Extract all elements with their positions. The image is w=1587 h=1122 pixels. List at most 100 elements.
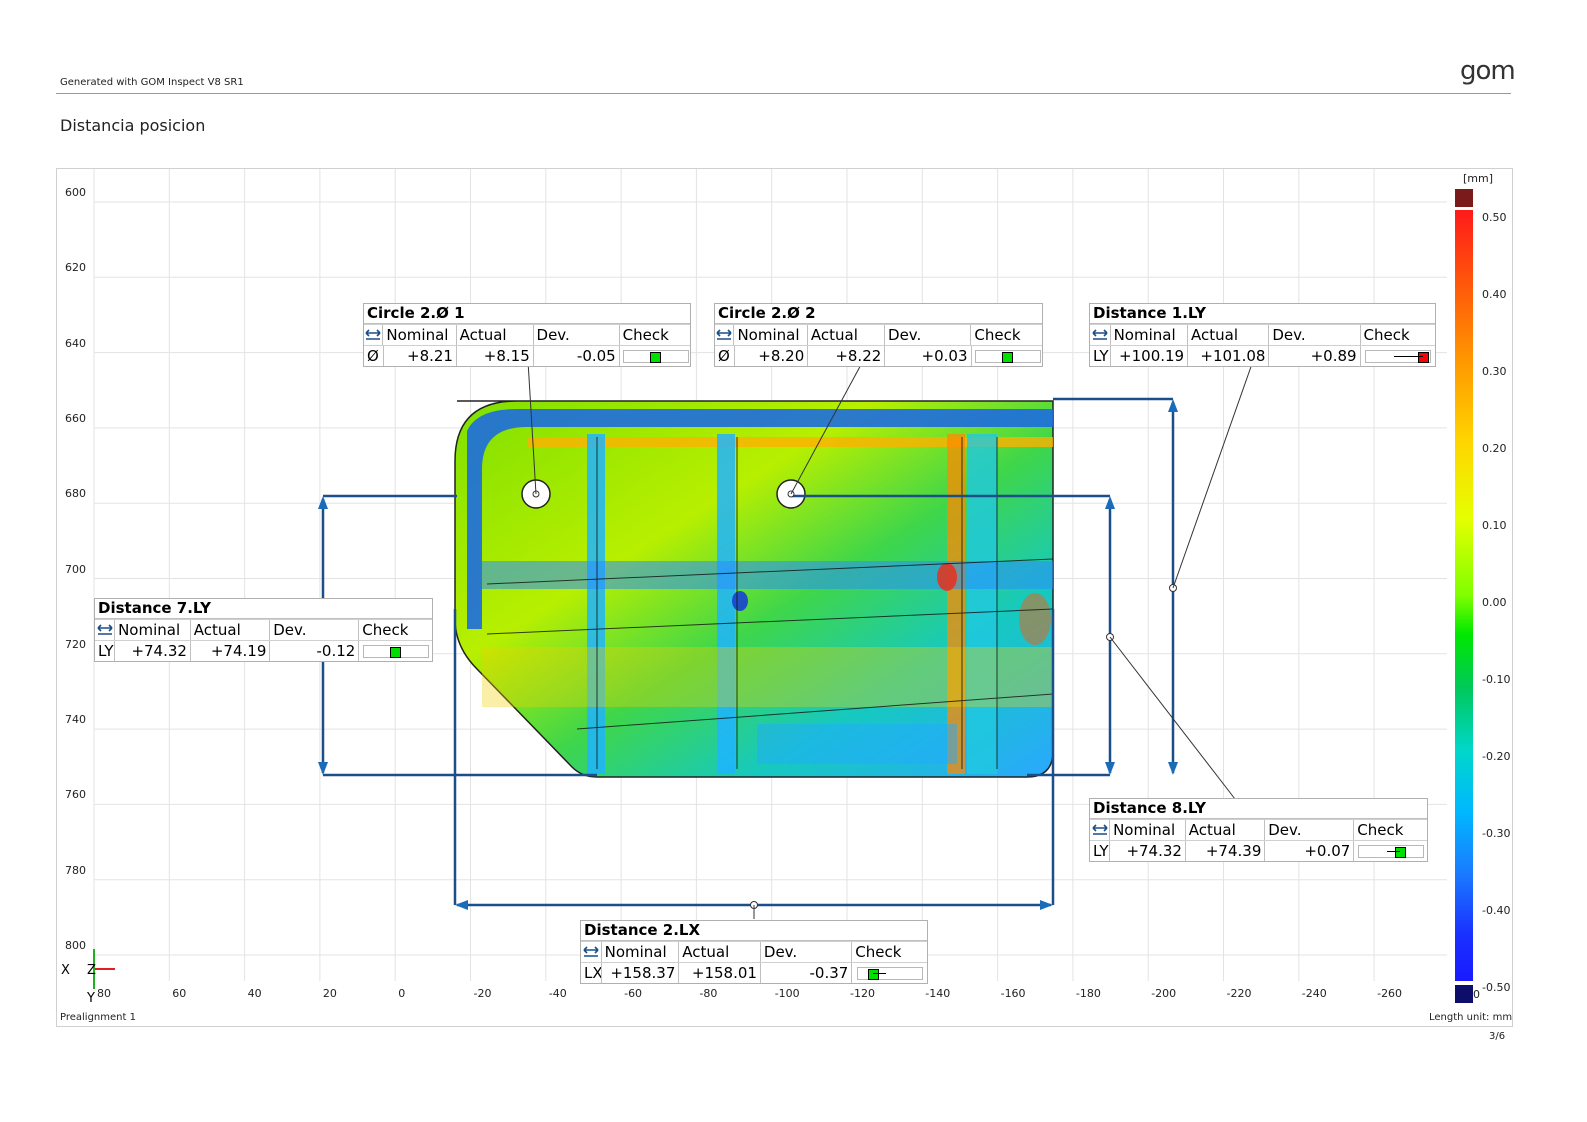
x-tick-label: -260 xyxy=(1377,987,1403,1000)
x-tick-label: -80 xyxy=(699,987,718,1000)
check-indicator xyxy=(362,645,429,658)
colorbar-tick-label: -0.10 xyxy=(1482,673,1511,686)
label-distance-8[interactable]: Distance 8.LY Nominal Actual Dev. Check LY +74… xyxy=(1089,798,1428,862)
y-tick-label: 760 xyxy=(65,788,86,802)
x-tick-label: -40 xyxy=(548,987,567,1000)
measure-icon xyxy=(715,325,735,345)
label-nominal-value: +74.32 xyxy=(1110,841,1186,861)
y-tick-label: 620 xyxy=(65,261,86,275)
coord-z-label: Z xyxy=(87,963,96,978)
label-header-dev: Dev. xyxy=(270,620,360,640)
gom-logo: gom xyxy=(1460,56,1516,86)
report-view: 600 620 640 660 680 700 720 740 760 780 800 80 60 40… xyxy=(56,168,1513,1027)
label-actual-value: +158.01 xyxy=(679,963,761,983)
check-deviation-line xyxy=(1386,851,1401,852)
label-nominal-value: +100.19 xyxy=(1111,346,1189,366)
y-tick-label: 780 xyxy=(65,863,86,877)
label-value-row: LY +100.19 +101.08 +0.89 xyxy=(1090,345,1435,366)
label-value-row: Ø +8.20 +8.22 +0.03 xyxy=(715,345,1042,366)
colorbar-tick-label: 0.10 xyxy=(1482,519,1507,532)
check-marker xyxy=(389,647,401,658)
x-tick-label: -120 xyxy=(850,987,875,1000)
label-header-check: Check xyxy=(855,943,902,961)
label-dev-value: -0.12 xyxy=(270,641,360,661)
page-number: 3/6 xyxy=(1489,1031,1506,1042)
colorbar-tick-label: -0.40 xyxy=(1482,904,1511,917)
x-tick-label: 0 xyxy=(398,987,406,1000)
label-nominal-value: +8.20 xyxy=(735,346,809,366)
check-indicator xyxy=(856,967,923,980)
check-marker xyxy=(1395,847,1407,858)
label-header-row: Nominal Actual Dev. Check xyxy=(95,619,432,640)
x-tick-label: -60 xyxy=(624,987,643,1000)
label-check xyxy=(620,346,690,366)
check-indicator xyxy=(622,350,689,363)
label-header-nominal: Nominal xyxy=(1110,820,1186,840)
check-deviation-line xyxy=(1393,356,1423,357)
check-deviation-line xyxy=(873,973,886,974)
label-dev-value: -0.37 xyxy=(761,963,853,983)
measure-icon xyxy=(581,942,602,962)
label-title: Circle 2.Ø 2 xyxy=(715,304,1042,324)
label-circle-2[interactable]: Circle 2.Ø 2 Nominal Actual Dev. Check Ø +8.20… xyxy=(714,303,1043,367)
label-type: LX xyxy=(581,963,602,983)
label-distance-2[interactable]: Distance 2.LX Nominal Actual Dev. Check LX +15… xyxy=(580,920,928,984)
label-header-dev: Dev. xyxy=(885,325,972,345)
footer-alignment: Prealignment 1 xyxy=(60,1012,136,1023)
colorbar-tick-label: 0.00 xyxy=(1482,596,1507,609)
label-actual-value: +74.19 xyxy=(191,641,271,661)
colorbar-tick-label: -0.20 xyxy=(1482,750,1511,763)
check-marker xyxy=(649,352,661,363)
label-title: Distance 2.LX xyxy=(581,921,927,941)
y-tick-label: 720 xyxy=(65,637,86,651)
check-indicator xyxy=(974,350,1041,363)
label-nominal-value: +74.32 xyxy=(115,641,191,661)
label-header-nominal: Nominal xyxy=(383,325,457,345)
colorbar-bottom-swatch xyxy=(1455,985,1473,1003)
part-body[interactable] xyxy=(454,400,1054,778)
label-title: Distance 1.LY xyxy=(1090,304,1435,324)
label-header-actual: Actual xyxy=(191,620,271,640)
y-tick-label: 660 xyxy=(65,411,86,425)
generated-text: Generated with GOM Inspect V8 SR1 xyxy=(60,77,244,88)
colorbar-tick-label: 0.30 xyxy=(1482,365,1507,378)
label-title: Distance 8.LY xyxy=(1090,799,1427,819)
label-header-row: Nominal Actual Dev. Check xyxy=(364,324,690,345)
label-header-check: Check xyxy=(622,326,669,344)
label-check xyxy=(852,963,927,983)
label-header-nominal: Nominal xyxy=(1111,325,1188,345)
measure-icon xyxy=(364,325,384,345)
y-tick-label: 700 xyxy=(65,562,86,576)
label-actual-value: +74.39 xyxy=(1186,841,1266,861)
footer-length-unit: Length unit: mm xyxy=(1429,1012,1513,1023)
label-type: LY xyxy=(95,641,116,661)
label-title: Distance 7.LY xyxy=(95,599,432,619)
label-header-dev: Dev. xyxy=(1269,325,1361,345)
label-circle-1[interactable]: Circle 2.Ø 1 Nominal Actual Dev. Check Ø +8.21… xyxy=(363,303,691,367)
measure-icon xyxy=(95,620,116,640)
x-tick-label: -160 xyxy=(1000,987,1026,1000)
x-tick-label: 40 xyxy=(247,987,262,1000)
x-tick-label: -140 xyxy=(925,987,951,1000)
label-dev-value: +0.03 xyxy=(885,346,972,366)
label-distance-7[interactable]: Distance 7.LY Nominal Actual Dev. Check LY +74… xyxy=(94,598,433,662)
colorbar-tick-label: -0.50 xyxy=(1482,981,1511,994)
label-dev-value: +0.07 xyxy=(1265,841,1355,861)
label-nominal-value: +158.37 xyxy=(602,963,680,983)
label-value-row: LY +74.32 +74.19 -0.12 xyxy=(95,640,432,661)
label-dev-value: -0.05 xyxy=(534,346,620,366)
label-distance-1[interactable]: Distance 1.LY Nominal Actual Dev. Check LY +10… xyxy=(1089,303,1436,367)
header-rule xyxy=(56,93,1511,94)
label-value-row: Ø +8.21 +8.15 -0.05 xyxy=(364,345,690,366)
label-header-nominal: Nominal xyxy=(115,620,191,640)
label-check xyxy=(972,346,1043,366)
label-actual-value: +8.15 xyxy=(457,346,534,366)
colorbar-tick-label: -0.30 xyxy=(1482,827,1511,840)
label-header-row: Nominal Actual Dev. Check xyxy=(1090,819,1427,840)
label-type: Ø xyxy=(364,346,384,366)
label-header-row: Nominal Actual Dev. Check xyxy=(1090,324,1435,345)
label-check xyxy=(359,641,432,661)
x-tick-label: -100 xyxy=(774,987,800,1000)
label-header-nominal: Nominal xyxy=(734,325,808,345)
check-marker xyxy=(868,969,880,980)
